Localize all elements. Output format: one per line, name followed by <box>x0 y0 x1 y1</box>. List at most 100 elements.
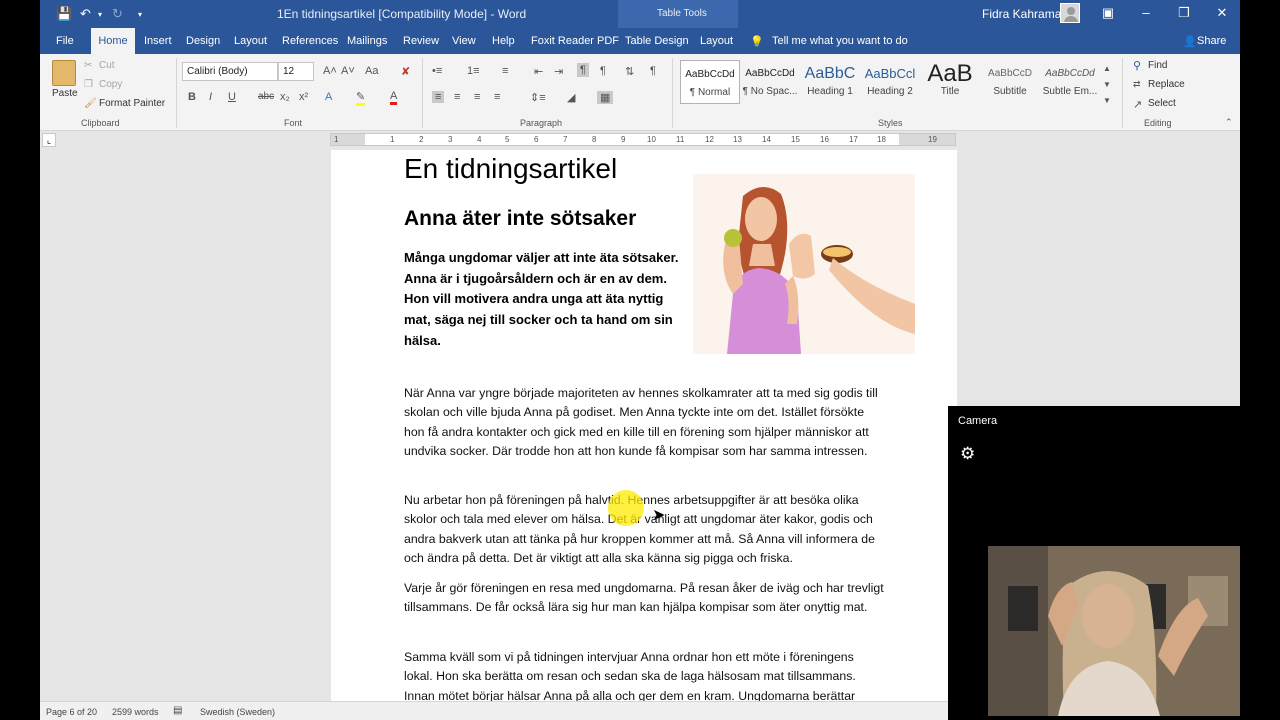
sort-icon[interactable]: ⇅ <box>625 65 634 78</box>
replace-button[interactable]: Replace <box>1148 79 1185 90</box>
underline-icon[interactable]: U <box>228 91 236 103</box>
tell-me-box[interactable]: Tell me what you want to do <box>772 35 908 47</box>
language[interactable]: Swedish (Sweden) <box>200 707 275 717</box>
multilevel-list-icon[interactable]: ≡ <box>502 65 508 77</box>
copy-button[interactable]: Copy <box>99 79 122 90</box>
page-count[interactable]: Page 6 of 20 <box>46 707 97 717</box>
replace-icon[interactable]: ⇄ <box>1133 79 1141 90</box>
cut-button[interactable]: Cut <box>99 60 115 71</box>
gear-icon[interactable]: ⚙ <box>960 444 975 464</box>
select-button[interactable]: Select <box>1148 98 1176 109</box>
user-name[interactable]: Fidra Kahraman <box>982 7 1068 21</box>
undo-dropdown-icon[interactable]: ▾ <box>98 10 102 19</box>
customize-qat-icon[interactable]: ▾ <box>138 10 142 19</box>
tab-design[interactable]: Design <box>186 35 220 47</box>
tab-insert[interactable]: Insert <box>144 35 172 47</box>
avatar[interactable] <box>1060 3 1080 23</box>
format-painter-icon[interactable]: 🖌 <box>84 98 97 109</box>
italic-icon[interactable]: I <box>209 91 212 103</box>
word-count[interactable]: 2599 words <box>112 707 159 717</box>
article-headline[interactable]: Anna äter inte sötsaker <box>404 207 636 231</box>
ribbon-display-options-icon[interactable]: ▣ <box>1098 5 1118 21</box>
style-heading-2[interactable]: AaBbCcl Heading 2 <box>860 60 920 104</box>
ltr-icon[interactable]: ¶ <box>577 63 589 77</box>
align-left-icon[interactable]: ≡ <box>432 91 445 103</box>
tab-review[interactable]: Review <box>403 35 439 47</box>
cut-icon[interactable]: ✂ <box>84 60 92 71</box>
styles-scroll-up-icon[interactable]: ▲ <box>1103 64 1111 73</box>
tab-home[interactable]: Home <box>91 28 135 54</box>
clear-formatting-icon[interactable]: ✘ <box>401 65 410 78</box>
document-title: 1En tidningsartikel [Compatibility Mode]… <box>277 7 527 21</box>
subscript-icon[interactable]: x₂ <box>280 91 290 103</box>
tab-help[interactable]: Help <box>492 35 515 47</box>
find-icon[interactable]: ⚲ <box>1133 59 1141 72</box>
redo-icon[interactable]: ↻ <box>112 6 123 22</box>
close-icon[interactable]: ✕ <box>1212 5 1232 21</box>
share-icon[interactable]: 👤 <box>1183 35 1197 48</box>
style-no-spacing[interactable]: AaBbCcDd ¶ No Spac... <box>740 60 800 104</box>
save-icon[interactable]: 💾 <box>56 6 72 22</box>
paragraph[interactable]: Samma kväll som vi på tidningen intervju… <box>404 648 884 706</box>
shrink-font-icon[interactable]: A˅ <box>341 65 355 77</box>
justify-icon[interactable]: ≡ <box>494 91 500 103</box>
paste-icon[interactable] <box>52 60 76 86</box>
style-subtitle[interactable]: AaBbCcD Subtitle <box>980 60 1040 104</box>
minimize-icon[interactable]: – <box>1136 5 1156 20</box>
style-title[interactable]: AaB Title <box>920 60 980 104</box>
highlight-color-icon[interactable]: ✎ <box>356 90 366 106</box>
paste-button[interactable]: Paste <box>52 88 78 99</box>
find-button[interactable]: Find <box>1148 60 1167 71</box>
font-name-select[interactable]: Calibri (Body) <box>182 62 278 81</box>
document-page[interactable]: En tidningsartikel Anna äter inte sötsak… <box>331 150 957 710</box>
bold-icon[interactable]: B <box>188 91 196 103</box>
format-painter-button[interactable]: Format Painter <box>99 98 165 109</box>
align-center-icon[interactable]: ≡ <box>454 91 460 103</box>
style-subtle-emphasis[interactable]: AaBbCcDd Subtle Em... <box>1040 60 1100 104</box>
article-photo[interactable] <box>693 174 915 354</box>
change-case-icon[interactable]: Aa <box>365 65 378 77</box>
horizontal-ruler[interactable]: 1 1 2 3 4 5 6 7 8 9 10 11 12 13 14 15 16… <box>330 133 956 146</box>
styles-scroll-down-icon[interactable]: ▼ <box>1103 80 1111 89</box>
font-size-select[interactable]: 12 <box>278 62 314 81</box>
tab-foxit[interactable]: Foxit Reader PDF <box>531 35 619 47</box>
font-color-icon[interactable]: A <box>390 90 398 105</box>
tab-table-design[interactable]: Table Design <box>625 35 689 47</box>
style-normal[interactable]: AaBbCcDd ¶ Normal <box>680 60 740 104</box>
grow-font-icon[interactable]: A˄ <box>323 65 337 77</box>
superscript-icon[interactable]: x² <box>299 91 308 103</box>
paragraph[interactable]: Nu arbetar hon på föreningen på halvtid.… <box>404 491 884 569</box>
tab-references[interactable]: References <box>282 35 338 47</box>
restore-icon[interactable]: ❐ <box>1174 5 1194 21</box>
select-icon[interactable]: ↗ <box>1133 98 1142 111</box>
strikethrough-icon[interactable]: abc <box>258 91 274 102</box>
borders-icon[interactable]: ▦ <box>597 91 614 104</box>
styles-more-icon[interactable]: ▼ <box>1103 96 1111 105</box>
text-effects-icon[interactable]: A <box>325 91 332 103</box>
style-heading-1[interactable]: AaBbC Heading 1 <box>800 60 860 104</box>
show-marks-icon[interactable]: ¶ <box>650 65 656 77</box>
tab-layout[interactable]: Layout <box>234 35 267 47</box>
tab-table-layout[interactable]: Layout <box>700 35 733 47</box>
shading-icon[interactable]: ◢ <box>567 91 575 104</box>
proofing-icon[interactable]: ▤ <box>173 705 182 716</box>
paragraph[interactable]: Varje år gör föreningen en resa med ungd… <box>404 579 884 618</box>
collapse-ribbon-icon[interactable]: ⌃ <box>1225 117 1233 128</box>
numbering-icon[interactable]: 1≡ <box>467 65 480 77</box>
article-title[interactable]: En tidningsartikel <box>404 153 617 185</box>
paragraph[interactable]: När Anna var yngre började majoriteten a… <box>404 384 884 462</box>
bullets-icon[interactable]: •≡ <box>432 65 442 77</box>
article-lead[interactable]: Många ungdomar väljer att inte äta sötsa… <box>404 248 689 352</box>
align-right-icon[interactable]: ≡ <box>474 91 480 103</box>
tab-file[interactable]: File <box>56 35 74 47</box>
tab-selector[interactable]: ⌞ <box>42 133 56 147</box>
rtl-icon[interactable]: ¶ <box>600 65 606 77</box>
tab-mailings[interactable]: Mailings <box>347 35 387 47</box>
copy-icon[interactable]: ❐ <box>84 79 93 90</box>
tab-view[interactable]: View <box>452 35 476 47</box>
share-button[interactable]: Share <box>1197 35 1226 47</box>
increase-indent-icon[interactable]: ⇥ <box>554 65 563 78</box>
decrease-indent-icon[interactable]: ⇤ <box>534 65 543 78</box>
line-spacing-icon[interactable]: ⇕≡ <box>530 91 546 104</box>
undo-icon[interactable]: ↶ <box>80 6 91 22</box>
